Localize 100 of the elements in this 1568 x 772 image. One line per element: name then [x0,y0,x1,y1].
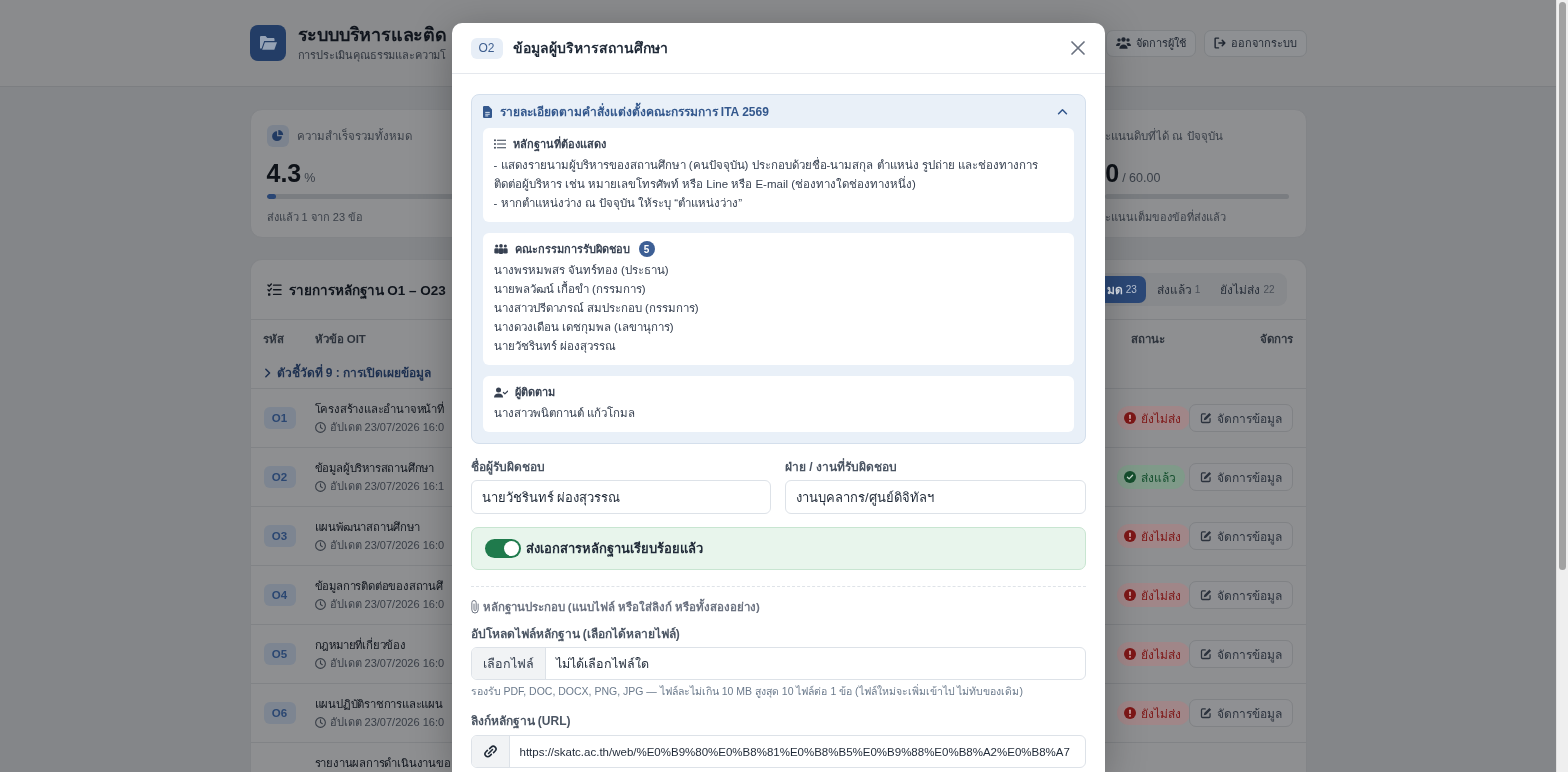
manage-button[interactable]: จัดการข้อมูล [1188,640,1293,668]
field-label: ลิงก์หลักฐาน (URL) [470,713,571,729]
status-label: ส่งแล้ว [1140,469,1176,487]
member-name: นางดวงเดือน เดชกุมพล (เลขานุการ) [493,320,675,336]
text-field[interactable]: งานบุคลากร/ศูนย์ดิจิทัลฯ [785,480,1086,514]
folder-icon [249,25,286,61]
manage-button[interactable]: จัดการข้อมูล [1188,699,1293,727]
manage-button[interactable]: จัดการข้อมูล [1188,522,1293,550]
update-time: อัปเดต 23/07/2026 16:1 [329,479,445,494]
stat-label: ความสำเร็จรวมทั้งหมด [296,127,412,144]
app-subtitle: การประเมินคุณธรรมและความโ [297,48,447,63]
edit-icon [1199,707,1212,719]
edit-icon [1199,589,1212,601]
edit-icon [1199,530,1212,542]
stat-note: ส่งแล้ว 1 จาก 23 ข้อ [266,210,365,225]
filter-tab[interactable]: ส่งแล้ว 1 [1147,276,1210,303]
update-time: อัปเดต 23/07/2026 16:0 [329,420,445,435]
manage-button[interactable]: จัดการข้อมูล [1188,463,1293,491]
app-title: ระบบบริหารและติด [297,24,447,47]
code-badge: O5 [263,643,296,665]
field-label: อัปโหลดไฟล์หลักฐาน (เลือกได้หลายไฟล์) [470,626,680,642]
column-header: รหัส [262,331,284,347]
clock-icon [314,422,326,433]
scrollbar-thumb[interactable] [1559,2,1566,571]
requirement-text: - หากตำแหน่งว่าง ณ ปัจจุบัน ให้ระบุ “ตำแหน่งว่าง” [493,196,743,212]
edit-icon [1199,471,1212,483]
exclamation-icon [1123,707,1136,719]
logout-icon [1213,37,1226,49]
stat-value: 0 [1105,158,1120,188]
close-button[interactable] [1070,41,1085,55]
field-label: ฝ่าย / งานที่รับผิดชอบ [785,459,897,475]
row-title: กฎหมายที่เกี่ยวข้อง [314,636,406,653]
code-badge: O2 [470,37,503,59]
users-icon [1115,37,1131,49]
user-management-button[interactable]: จัดการผู้ใช้ [1105,29,1196,57]
stat-unit: % [304,171,316,185]
close-icon [1070,41,1085,55]
file-status: ไม่ได้เลือกไฟล์ใด [555,655,649,673]
status-label: ยังไม่ส่ง [1140,528,1181,546]
column-header: หัวข้อ OIT [314,331,366,347]
edit-icon [1199,648,1212,660]
status-label: ยังไม่ส่ง [1140,410,1181,428]
requirement-text: - แสดงรายนามผู้บริหารของสถานศึกษา (คนปัจจุบัน) ประกอบด้วยชื่อ-นามสกุล ตำแหน่ง รูปถ่าย และช่องทางการติดต่อผู้บริหาร เช่น หมายเลขโทรศัพท์ หรือ Line หรือ E-mail (ช่องทางใดช่องทางหนึ่ง) [493,156,1039,193]
code-badge: O1 [263,407,296,429]
stat-label: ะแนนดิบที่ได้ ณ ปัจจุบัน [1105,127,1223,145]
column-header: สถานะ [1130,331,1165,347]
row-title: แผนปฏิบัติราชการและแผน [314,697,443,712]
row-title: ข้อมูลการติดต่อของสถานศึ [314,579,443,595]
toggle-switch[interactable] [484,539,521,558]
people-icon [493,244,508,254]
code-badge: O6 [263,702,296,724]
checklist-icon [266,283,282,296]
toggle-label: ส่งเอกสารหลักฐานเรียบร้อยแล้ว [525,540,703,559]
paperclip-icon [470,600,479,614]
edit-icon [1199,412,1212,424]
file-input[interactable]: เลือกไฟล์ ไม่ได้เลือกไฟล์ใด [470,647,1086,680]
dialog-title: ข้อมูลผู้บริหารสถานศึกษา [512,39,668,59]
clock-icon [314,540,326,551]
user-check-icon [493,386,508,398]
exclamation-icon [1123,530,1136,542]
row-title: โครงสร้างและอำนาจหน้าที่ [314,400,444,417]
logout-button[interactable]: ออกจากระบบ [1203,29,1307,57]
check-circle-icon [1123,471,1136,483]
clock-icon [314,481,326,492]
upload-hint: รองรับ PDF, DOC, DOCX, PNG, JPG — ไฟล์ละไม่เกิน 10 MB สูงสุด 10 ไฟล์ต่อ 1 ข้อ (ไฟล์ใหม่จะเพิ่มเข้าไป ไม่ทับของเดิม) [470,685,1023,698]
section-title: ผู้ติดตาม [514,385,555,401]
pie-chart-icon [266,125,289,147]
link-icon [482,744,498,759]
clock-icon [314,658,326,669]
status-label: ยังไม่ส่ง [1140,587,1181,605]
row-title: แผนพัฒนาสถานศึกษา [314,520,420,535]
member-name: นางสาวปรีดาภรณ์ สมประกอบ (กรรมการ) [493,301,700,316]
section-title: คณะกรรมการรับผิดชอบ [514,242,630,257]
update-time: อัปเดต 23/07/2026 16:0 [329,656,445,671]
follower-name: นางสาวพนิตกานต์ แก้วโกมล [493,405,636,421]
choose-file-button[interactable]: เลือกไฟล์ [471,648,546,679]
field-label: ชื่อผู้รับผิดชอบ [470,459,545,475]
details-toggle[interactable]: รายละเอียดตามคำสั่งแต่งตั้งคณะกรรมการ ITA 2569 [482,95,1074,128]
exclamation-icon [1123,412,1136,424]
column-header: จัดการ [1259,331,1293,347]
list-icon [493,139,506,149]
filter-tab[interactable]: ยังไม่ส่ง 22 [1211,276,1284,303]
table-title: รายการหลักฐาน O1 – O23 [288,281,446,301]
text-field[interactable]: นายวัชรินทร์ ผ่องสุวรรณ [470,480,771,514]
url-field[interactable]: https://skatc.ac.th/web/%E0%B9%80%E0%B8%81%E0%B8%B5%E0%B9%88%E0%B8%A2%E0%B8%A7 [470,735,1086,768]
manage-button[interactable]: จัดการข้อมูล [1188,404,1293,432]
exclamation-icon [1123,589,1136,601]
document-icon [482,105,492,118]
row-title: ข้อมูลผู้บริหารสถานศึกษา [314,461,434,477]
member-name: นางพรหมพสร จันทร์ทอง (ประธาน) [493,263,670,278]
code-badge: O4 [263,584,296,606]
member-name: นายพลวัฒน์ เกื้อขำ (กรรมการ) [493,280,647,297]
chevron-right-icon [263,367,271,378]
status-label: ยังไม่ส่ง [1140,705,1181,723]
code-badge: O2 [263,466,296,488]
manage-button[interactable]: จัดการข้อมูล [1188,581,1293,609]
stat-value: 4.3 [266,158,302,188]
stat-unit: / 60.00 [1122,171,1161,185]
group-header[interactable]: ตัวชี้วัดที่ 9 : การเปิดเผยข้อมูล [263,363,432,382]
update-time: อัปเดต 23/07/2026 16:0 [329,715,445,730]
